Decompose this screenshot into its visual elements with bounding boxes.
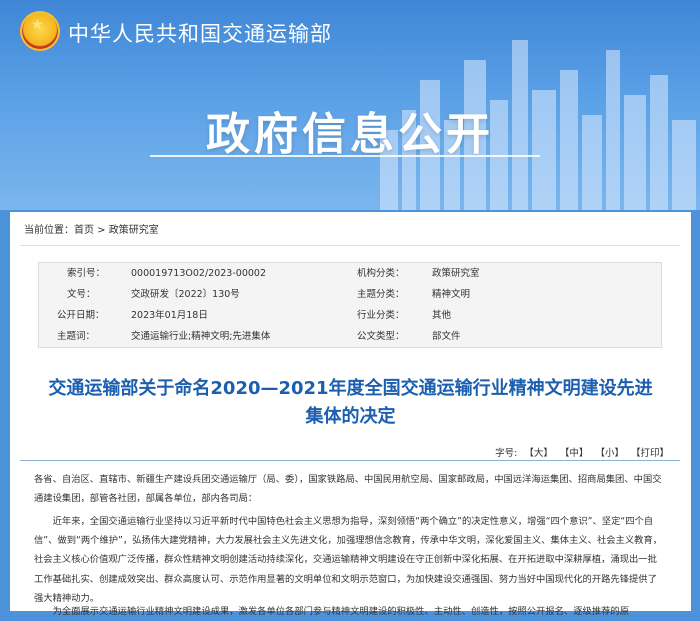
star-icon: ★ [31, 17, 44, 33]
meta-date-label: 公开日期： [57, 310, 105, 321]
content-panel: 当前位置：首页 > 政策研究室 索引号： 000019713O02/2023-0… [10, 212, 691, 617]
document-meta-table: 索引号： 000019713O02/2023-00002 机构分类： 政策研究室… [38, 262, 662, 348]
meta-agency-value: 政策研究室 [432, 268, 480, 279]
font-size-label: 字号: [495, 448, 518, 459]
document-title-line: 集体的决定 [305, 406, 396, 427]
meta-keywords-label: 主题词： [57, 331, 96, 342]
document-paragraph: 为全面展示交通运输行业精神文明建设成果，激发各单位各部门参与精神文明建设的积极性… [52, 606, 630, 617]
meta-index-value: 000019713O02/2023-00002 [131, 268, 266, 279]
meta-index-label: 索引号： [67, 268, 106, 279]
font-small-button[interactable]: 【小】 [595, 448, 624, 459]
breadcrumb-current-link[interactable]: 政策研究室 [109, 225, 159, 236]
meta-row: 主题词： 交通运输行业;精神文明;先进集体 公文类型： 部文件 [39, 326, 661, 347]
ministry-name[interactable]: 中华人民共和国交通运输部 [68, 20, 332, 48]
meta-type-value: 部文件 [432, 331, 461, 342]
national-emblem-icon[interactable]: ★ [20, 11, 60, 51]
meta-topic-value: 精神文明 [432, 289, 471, 300]
breadcrumb-prefix: 当前位置： [24, 225, 74, 236]
meta-docno-value: 交政研发〔2022〕130号 [131, 289, 240, 300]
document-paragraph-addressees: 各省、自治区、直辖市、新疆生产建设兵团交通运输厅（局、委），国家铁路局、中国民用… [34, 474, 662, 505]
breadcrumb-home-link[interactable]: 首页 [74, 225, 94, 236]
meta-keywords-value: 交通运输行业;精神文明;先进集体 [131, 331, 271, 342]
banner-title: 政府信息公开 [206, 109, 494, 160]
breadcrumb-divider [20, 245, 680, 246]
breadcrumb: 当前位置：首页 > 政策研究室 [24, 224, 159, 238]
meta-industry-label: 行业分类： [357, 310, 405, 321]
meta-type-label: 公文类型： [357, 331, 405, 342]
document-title-line: 交通运输部关于命名2020—2021年度全国交通运输行业精神文明建设先进 [48, 378, 653, 399]
meta-row: 文号： 交政研发〔2022〕130号 主题分类： 精神文明 [39, 284, 661, 305]
font-size-controls: 字号: 【大】 【中】 【小】 【打印】 [495, 445, 669, 459]
meta-row: 索引号： 000019713O02/2023-00002 机构分类： 政策研究室 [39, 263, 661, 284]
document-paragraph: 近年来，全国交通运输行业坚持以习近平新时代中国特色社会主义思想为指导，深刻领悟“… [34, 516, 663, 604]
font-medium-button[interactable]: 【中】 [560, 448, 589, 459]
banner-underline [150, 155, 540, 157]
meta-date-value: 2023年01月18日 [131, 310, 208, 321]
meta-topic-label: 主题分类： [357, 289, 405, 300]
page-banner: ★ 中华人民共和国交通运输部 政府信息公开 [0, 0, 700, 210]
font-large-button[interactable]: 【大】 [524, 448, 553, 459]
meta-row: 公开日期： 2023年01月18日 行业分类： 其他 [39, 305, 661, 326]
print-button[interactable]: 【打印】 [631, 448, 669, 459]
meta-docno-label: 文号： [67, 289, 96, 300]
meta-agency-label: 机构分类： [357, 268, 405, 279]
body-divider [20, 460, 680, 461]
meta-industry-value: 其他 [432, 310, 452, 321]
document-title: 交通运输部关于命名2020—2021年度全国交通运输行业精神文明建设先进 集体的… [30, 375, 671, 431]
breadcrumb-separator: > [94, 225, 109, 236]
